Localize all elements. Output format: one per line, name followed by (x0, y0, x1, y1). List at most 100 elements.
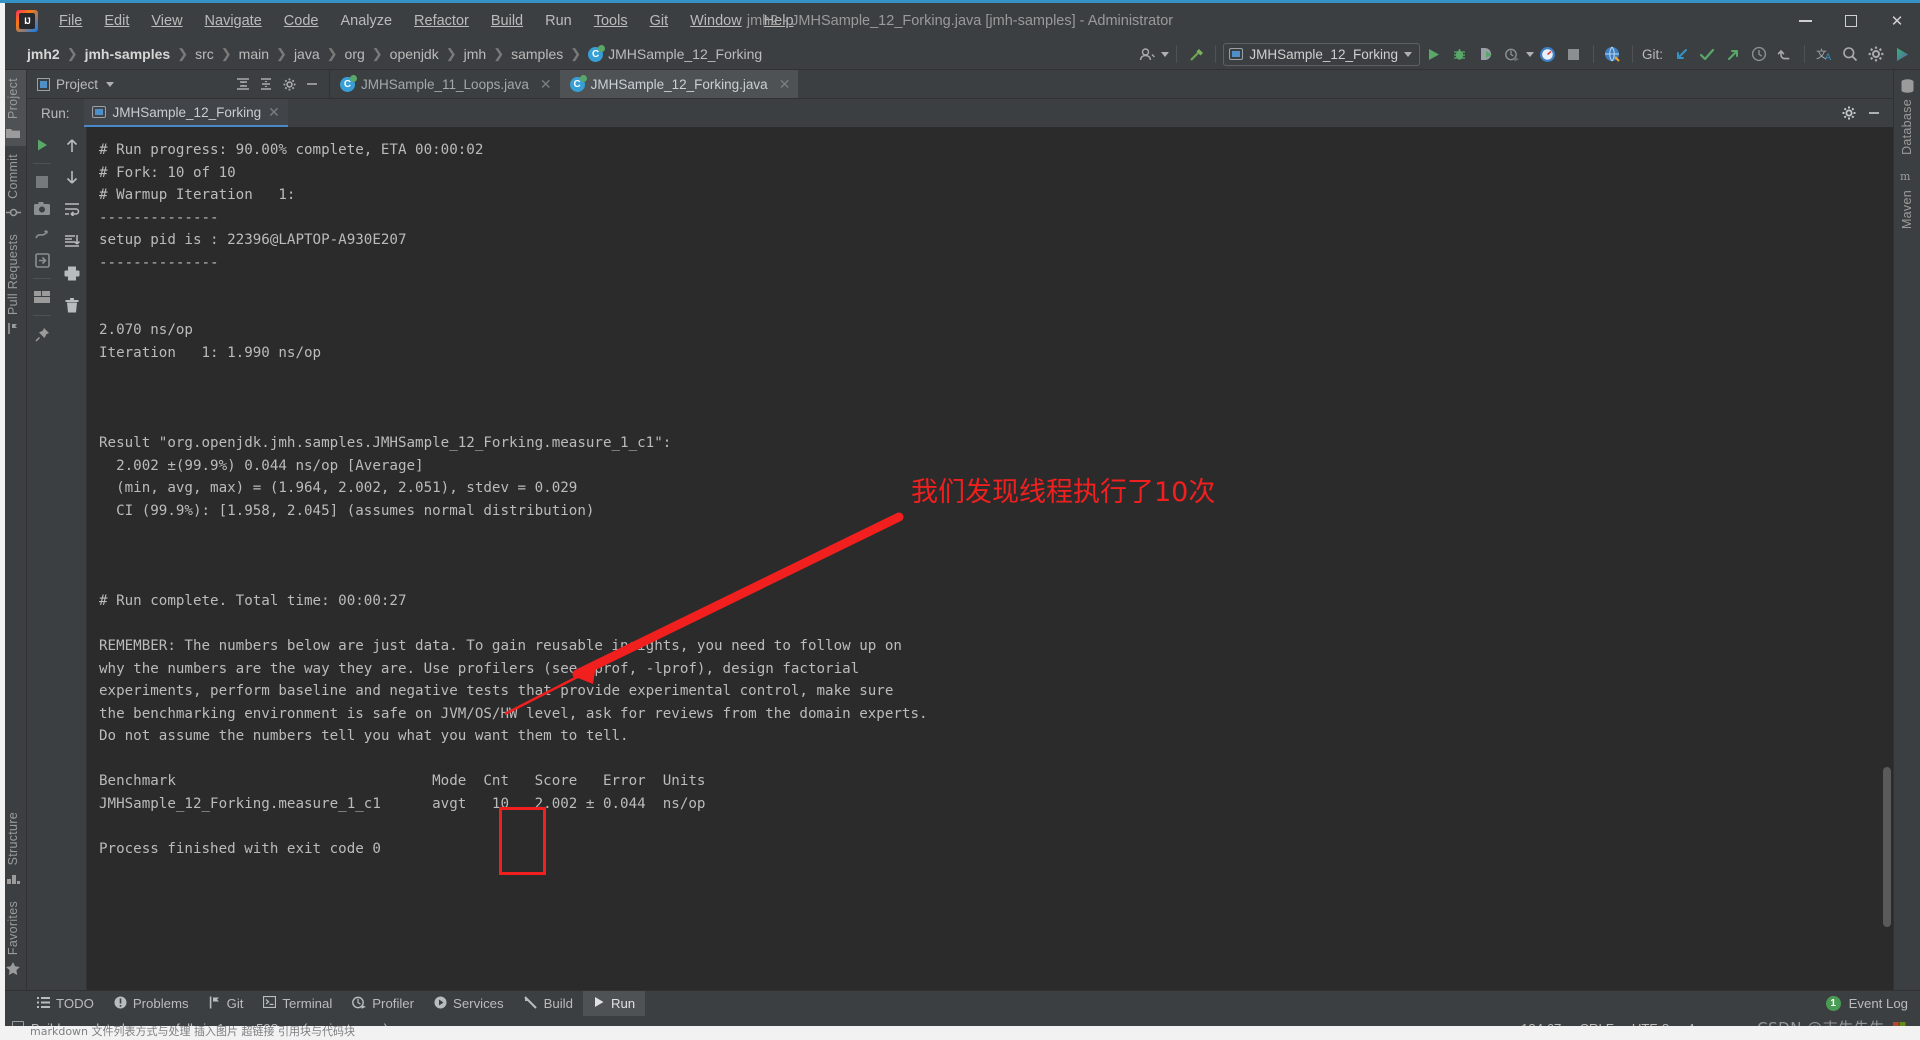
scroll-up-icon[interactable] (60, 133, 84, 157)
menu-window[interactable]: Window (679, 9, 753, 33)
profile-chevron-down-icon[interactable] (1525, 51, 1534, 57)
breadcrumb[interactable]: jmh2 ❯ jmh-samples ❯ src ❯ main ❯ java ❯… (22, 44, 767, 64)
stop-icon[interactable] (1562, 42, 1586, 66)
bottom-tab-run[interactable]: Run (582, 991, 646, 1016)
update-project-icon[interactable] (1669, 42, 1693, 66)
breadcrumb-jmh-samples[interactable]: jmh-samples (80, 44, 176, 64)
account-icon[interactable] (1135, 42, 1159, 66)
breadcrumb-samples[interactable]: samples (506, 44, 568, 64)
editor-tab-jmhsample-11-loops[interactable]: C JMHSample_11_Loops.java ✕ (330, 70, 560, 98)
rollback-icon[interactable] (1773, 42, 1797, 66)
build-hammer-icon[interactable] (1184, 42, 1208, 66)
event-log-label[interactable]: Event Log (1849, 996, 1908, 1011)
print-icon[interactable] (60, 261, 84, 285)
bottom-tab-terminal[interactable]: Terminal (253, 991, 342, 1016)
account-chevron-down-icon[interactable] (1161, 51, 1170, 57)
layout-icon[interactable] (30, 285, 54, 309)
bottom-tab-profiler[interactable]: Profiler (342, 991, 424, 1016)
soft-wrap-icon[interactable] (60, 197, 84, 221)
breadcrumb-org[interactable]: org (340, 44, 370, 64)
gear-icon[interactable] (278, 73, 300, 95)
menu-view[interactable]: View (140, 9, 193, 33)
toolbar-divider (33, 278, 51, 279)
menu-file[interactable]: File (48, 9, 93, 33)
profile-icon[interactable] (1500, 42, 1524, 66)
menu-help[interactable]: Help (753, 9, 805, 33)
screenshot-icon[interactable] (30, 196, 54, 220)
menu-tools[interactable]: Tools (583, 9, 639, 33)
menu-bar[interactable]: File Edit View Navigate Code Analyze Ref… (48, 9, 805, 33)
close-icon[interactable]: ✕ (779, 76, 791, 93)
gear-icon[interactable] (1864, 42, 1888, 66)
expand-all-icon[interactable] (232, 73, 254, 95)
history-icon[interactable] (1747, 42, 1771, 66)
scroll-to-end-icon[interactable] (60, 229, 84, 253)
clear-all-trash-icon[interactable] (60, 293, 84, 317)
bottom-tab-build[interactable]: Build (514, 991, 583, 1016)
menu-build[interactable]: Build (480, 9, 534, 33)
translate-icon[interactable]: 文A (1812, 42, 1836, 66)
menu-navigate[interactable]: Navigate (194, 9, 273, 33)
project-panel-title-label: Project (56, 76, 99, 92)
push-icon[interactable] (1721, 42, 1745, 66)
editor-tab-jmhsample-12-forking[interactable]: C JMHSample_12_Forking.java ✕ (559, 70, 799, 98)
maven-icon: m (1900, 169, 1915, 184)
bottom-tab-run-label: Run (610, 996, 636, 1011)
breadcrumb-jmh[interactable]: jmh (459, 44, 492, 64)
run-window-body: # Run progress: 90.00% complete, ETA 00:… (27, 127, 1893, 990)
close-icon[interactable]: ✕ (268, 104, 280, 121)
console-output[interactable]: # Run progress: 90.00% complete, ETA 00:… (87, 127, 1893, 990)
console-scrollbar[interactable] (1883, 767, 1891, 927)
menu-code[interactable]: Code (273, 9, 330, 33)
search-everywhere-globe-icon[interactable] (1601, 42, 1625, 66)
breadcrumb-java[interactable]: java (289, 44, 325, 64)
menu-analyze[interactable]: Analyze (329, 9, 403, 33)
sidebar-item-favorites-label: Favorites (6, 900, 20, 955)
bottom-tab-git[interactable]: Git (199, 991, 254, 1016)
maximize-button[interactable] (1828, 3, 1874, 39)
stop-icon[interactable] (30, 170, 54, 194)
pin-icon[interactable] (30, 322, 54, 346)
breadcrumb-main[interactable]: main (234, 44, 274, 64)
debug-icon[interactable] (1448, 42, 1472, 66)
rerun-icon[interactable] (30, 133, 54, 157)
scroll-down-icon[interactable] (60, 165, 84, 189)
hide-icon[interactable] (301, 73, 323, 95)
menu-refactor[interactable]: Refactor (403, 9, 480, 33)
thread-dump-icon[interactable] (30, 222, 54, 246)
close-button[interactable]: ✕ (1874, 3, 1920, 39)
project-panel-title[interactable]: Project (37, 76, 115, 92)
bottom-tab-todo-label: TODO (56, 996, 94, 1011)
breadcrumb-sep: ❯ (493, 46, 505, 61)
run-tab[interactable]: JMHSample_12_Forking ✕ (83, 99, 288, 127)
breadcrumb-src[interactable]: src (190, 44, 219, 64)
menu-run[interactable]: Run (534, 9, 583, 33)
sidebar-item-maven[interactable]: m Maven (1900, 161, 1915, 235)
close-icon[interactable]: ✕ (540, 76, 552, 93)
run-configuration-selector[interactable]: JMHSample_12_Forking (1223, 42, 1420, 66)
hide-icon[interactable] (1863, 102, 1885, 124)
profiler-meter-icon[interactable] (1536, 42, 1560, 66)
gear-icon[interactable] (1838, 102, 1860, 124)
bottom-tab-todo[interactable]: TODO (27, 991, 104, 1016)
minimize-button[interactable] (1782, 3, 1828, 39)
bottom-tab-problems[interactable]: Problems (104, 991, 199, 1016)
event-log-area[interactable]: 1 Event Log (1825, 991, 1920, 1016)
export-icon[interactable] (30, 248, 54, 272)
collapse-all-icon[interactable] (255, 73, 277, 95)
run-with-coverage-icon[interactable] (1474, 42, 1498, 66)
sidebar-item-database[interactable]: Database (1900, 70, 1915, 161)
editor-tabs: C JMHSample_11_Loops.java ✕ C JMHSample_… (330, 70, 799, 98)
breadcrumb-jmh2[interactable]: jmh2 (22, 44, 65, 64)
toolbar-divider (33, 163, 51, 164)
search-icon[interactable] (1838, 42, 1862, 66)
unknown-plugin-icon[interactable] (1890, 42, 1914, 66)
run-icon[interactable] (1422, 42, 1446, 66)
menu-git[interactable]: Git (639, 9, 680, 33)
breadcrumb-class[interactable]: C JMHSample_12_Forking (583, 44, 767, 64)
center-column: Project C JMHSample_11_Loops.java ✕ C JM… (27, 70, 1893, 990)
commit-icon[interactable] (1695, 42, 1719, 66)
bottom-tab-services[interactable]: Services (424, 991, 514, 1016)
menu-edit[interactable]: Edit (93, 9, 140, 33)
breadcrumb-openjdk[interactable]: openjdk (385, 44, 444, 64)
